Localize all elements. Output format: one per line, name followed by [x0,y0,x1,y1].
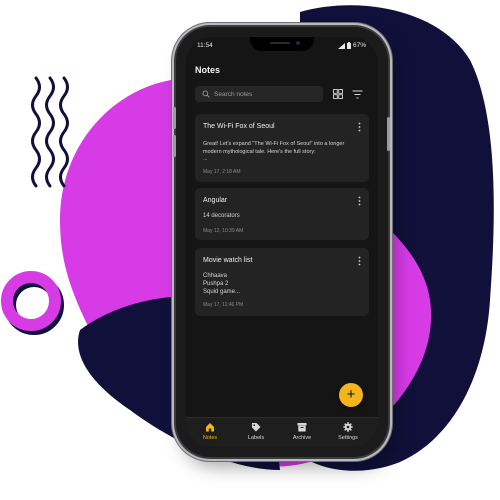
page-title: Notes [195,65,221,75]
note-title: The Wi-Fi Fox of Seoul [203,123,275,130]
plus-icon: + [346,385,356,403]
power-button [387,117,390,151]
note-card[interactable]: Movie watch list Chhaava Pushpa 2 Squid … [195,248,369,316]
status-time: 11:54 [197,42,213,49]
phone-frame: 11:54 67% Notes Search notes The Wi-Fi F… [173,27,390,457]
note-date: May 12, 10:39 AM [203,228,244,234]
nav-item-archive[interactable]: Archive [282,422,322,441]
home-icon [206,423,214,432]
note-body: Chhaava Pushpa 2 Squid game... [203,273,241,295]
more-options-icon[interactable] [358,256,361,266]
phone-screen: 11:54 67% Notes Search notes The Wi-Fi F… [186,37,378,447]
camera-notch [250,37,314,51]
wavy-lines-decoration [31,76,69,188]
gear-icon [343,422,353,432]
search-icon [202,90,210,98]
more-options-icon[interactable] [358,196,361,206]
tag-icon [252,423,261,432]
filter-icon[interactable] [352,90,363,99]
note-card[interactable]: The Wi-Fi Fox of Seoul Great! Let's expa… [195,114,369,182]
status-indicators: 67% [337,42,366,49]
search-input[interactable]: Search notes [195,86,323,102]
note-body: Great! Let's expand "The Wi-Fi Fox of Se… [203,141,345,162]
add-note-button[interactable]: + [339,383,363,407]
front-camera [296,41,300,45]
nav-item-settings[interactable]: Settings [328,422,368,441]
ring-decoration [1,271,64,335]
more-options-icon[interactable] [358,122,361,132]
note-title: Movie watch list [203,257,253,264]
note-date: May 17, 2:18 AM [203,169,241,175]
bottom-navigation: Notes Labels Archive Settings [186,417,378,447]
note-title: Angular [203,197,228,204]
battery-icon [346,42,351,49]
archive-icon [297,423,307,432]
volume-up-button [173,107,176,129]
nav-item-labels[interactable]: Labels [236,422,276,441]
grid-view-icon[interactable] [333,89,343,99]
note-date: May 17, 11:46 PM [203,302,244,308]
battery-percentage: 67% [352,42,366,49]
signal-icon [337,42,345,49]
note-body: 14 decorators [203,213,240,219]
nav-label: Archive [292,435,312,441]
volume-down-button [173,135,176,157]
nav-label: Settings [338,435,358,441]
search-placeholder: Search notes [214,90,253,98]
nav-item-notes[interactable]: Notes [190,422,230,441]
note-card[interactable]: Angular 14 decorators May 12, 10:39 AM [195,188,369,240]
nav-label: Notes [202,435,218,441]
nav-label: Labels [247,435,265,441]
speaker-grille [270,42,290,44]
